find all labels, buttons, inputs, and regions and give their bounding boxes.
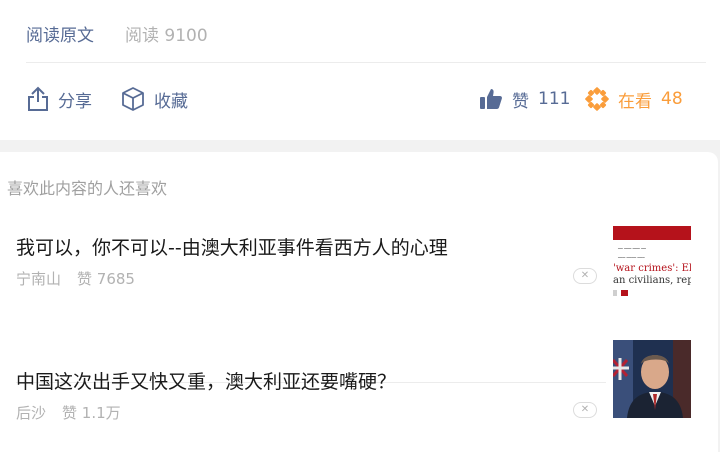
share-label: 分享 (58, 91, 92, 112)
like-label: 赞 (512, 91, 529, 112)
divider (26, 62, 706, 63)
close-icon: ✕ (580, 404, 590, 415)
item-thumbnail[interactable] (613, 340, 691, 418)
item-meta: 宁南山赞 7685 (16, 268, 135, 289)
like-button[interactable]: 赞 111 (479, 84, 570, 114)
item-source: 后沙 (16, 404, 47, 422)
wow-flower-icon (585, 87, 609, 111)
thumb-header-bar (613, 226, 691, 240)
thumbs-up-icon (479, 87, 503, 111)
read-original-link[interactable]: 阅读原文 (26, 21, 94, 46)
item-source: 宁南山 (16, 270, 62, 288)
item-thumbnail[interactable]: ━━ ━━━ ━━━ ━━ ━━━ ━━━━ ━━━ 'war crimes':… (613, 218, 691, 296)
box-icon (121, 86, 145, 112)
thumb-headline: 'war crimes': Elite an civilians, repor (613, 263, 691, 286)
thumb-tag (621, 290, 628, 296)
wow-button[interactable]: 在看 48 (585, 84, 683, 114)
dismiss-button[interactable]: ✕ (573, 268, 597, 284)
dismiss-button[interactable]: ✕ (573, 402, 597, 418)
portrait-image (613, 340, 691, 418)
wow-count: 48 (661, 89, 683, 109)
collect-label: 收藏 (154, 91, 188, 112)
recommend-card: 喜欢此内容的人还喜欢 我可以，你不可以--由澳大利亚事件看西方人的心理 宁南山赞… (0, 152, 718, 452)
article-footer: 阅读原文 阅读 9100 分享 收藏 赞 111 在看 48 (0, 0, 720, 140)
wow-label: 在看 (618, 91, 652, 112)
item-title[interactable]: 我可以，你不可以--由澳大利亚事件看西方人的心理 (16, 233, 448, 260)
read-count: 阅读 9100 (125, 26, 208, 46)
thumb-nav: ━━ ━━━ ━━━ ━━ (618, 246, 646, 251)
share-icon (27, 86, 49, 112)
thumb-chevron (613, 290, 617, 296)
item-likes: 赞 1.1万 (62, 404, 121, 422)
item-likes: 赞 7685 (77, 270, 135, 288)
item-meta: 后沙赞 1.1万 (16, 402, 121, 423)
recommend-title: 喜欢此内容的人还喜欢 (7, 179, 168, 198)
like-count: 111 (538, 89, 571, 109)
share-button[interactable]: 分享 (27, 84, 92, 114)
thumb-nav: ━━━ ━━━━ ━━━ (618, 255, 645, 260)
item-title[interactable]: 中国这次出手又快又重，澳大利亚还要嘴硬？ (16, 367, 396, 394)
collect-button[interactable]: 收藏 (121, 84, 188, 114)
close-icon: ✕ (580, 270, 590, 281)
